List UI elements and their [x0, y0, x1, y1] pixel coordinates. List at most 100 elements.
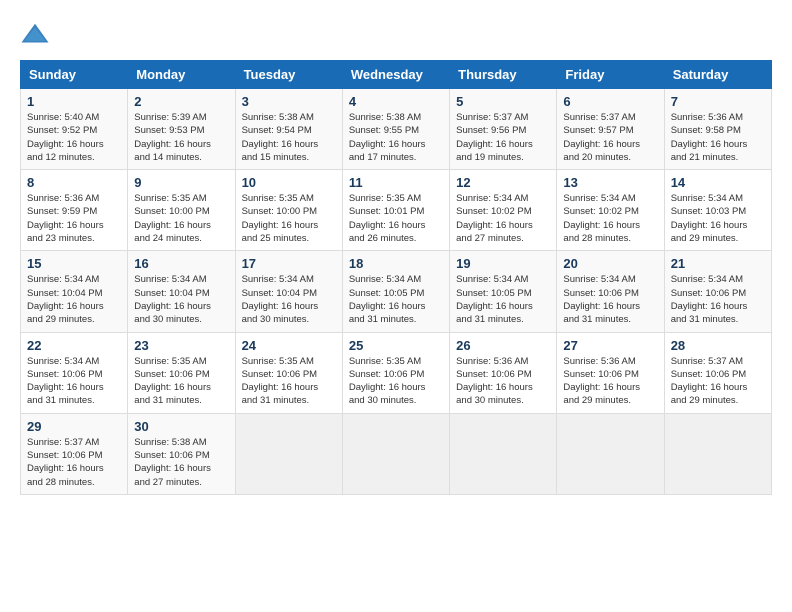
cell-info: Sunrise: 5:36 AM Sunset: 10:06 PM Daylig… [563, 355, 657, 408]
day-number: 8 [27, 175, 121, 190]
cell-info: Sunrise: 5:34 AM Sunset: 10:06 PM Daylig… [671, 273, 765, 326]
calendar-cell: 23 Sunrise: 5:35 AM Sunset: 10:06 PM Day… [128, 332, 235, 413]
calendar-cell [342, 413, 449, 494]
daylight-label: Daylight: 16 hours and 31 minutes. [242, 382, 319, 406]
calendar-cell: 8 Sunrise: 5:36 AM Sunset: 9:59 PM Dayli… [21, 170, 128, 251]
day-number: 18 [349, 256, 443, 271]
cell-info: Sunrise: 5:38 AM Sunset: 10:06 PM Daylig… [134, 436, 228, 489]
daylight-label: Daylight: 16 hours and 31 minutes. [456, 301, 533, 325]
daylight-label: Daylight: 16 hours and 31 minutes. [349, 301, 426, 325]
day-number: 5 [456, 94, 550, 109]
day-number: 17 [242, 256, 336, 271]
cell-info: Sunrise: 5:37 AM Sunset: 10:06 PM Daylig… [671, 355, 765, 408]
sunset-label: Sunset: 10:01 PM [349, 206, 425, 217]
calendar-table: SundayMondayTuesdayWednesdayThursdayFrid… [20, 60, 772, 495]
cell-info: Sunrise: 5:34 AM Sunset: 10:05 PM Daylig… [456, 273, 550, 326]
daylight-label: Daylight: 16 hours and 27 minutes. [456, 220, 533, 244]
sunset-label: Sunset: 10:06 PM [134, 369, 210, 380]
day-number: 1 [27, 94, 121, 109]
weekday-header-wednesday: Wednesday [342, 61, 449, 89]
calendar-cell: 20 Sunrise: 5:34 AM Sunset: 10:06 PM Day… [557, 251, 664, 332]
cell-info: Sunrise: 5:34 AM Sunset: 10:04 PM Daylig… [242, 273, 336, 326]
sunrise-label: Sunrise: 5:34 AM [242, 274, 314, 285]
calendar-cell: 5 Sunrise: 5:37 AM Sunset: 9:56 PM Dayli… [450, 89, 557, 170]
day-number: 7 [671, 94, 765, 109]
day-number: 16 [134, 256, 228, 271]
calendar-cell: 17 Sunrise: 5:34 AM Sunset: 10:04 PM Day… [235, 251, 342, 332]
sunrise-label: Sunrise: 5:37 AM [456, 112, 528, 123]
sunset-label: Sunset: 10:05 PM [456, 288, 532, 299]
daylight-label: Daylight: 16 hours and 24 minutes. [134, 220, 211, 244]
sunrise-label: Sunrise: 5:36 AM [563, 356, 635, 367]
sunset-label: Sunset: 10:02 PM [456, 206, 532, 217]
sunrise-label: Sunrise: 5:36 AM [456, 356, 528, 367]
cell-info: Sunrise: 5:40 AM Sunset: 9:52 PM Dayligh… [27, 111, 121, 164]
calendar-cell: 29 Sunrise: 5:37 AM Sunset: 10:06 PM Day… [21, 413, 128, 494]
weekday-header-saturday: Saturday [664, 61, 771, 89]
sunrise-label: Sunrise: 5:37 AM [563, 112, 635, 123]
sunrise-label: Sunrise: 5:40 AM [27, 112, 99, 123]
cell-info: Sunrise: 5:34 AM Sunset: 10:06 PM Daylig… [563, 273, 657, 326]
sunset-label: Sunset: 10:06 PM [134, 450, 210, 461]
daylight-label: Daylight: 16 hours and 19 minutes. [456, 139, 533, 163]
daylight-label: Daylight: 16 hours and 17 minutes. [349, 139, 426, 163]
cell-info: Sunrise: 5:35 AM Sunset: 10:06 PM Daylig… [242, 355, 336, 408]
sunrise-label: Sunrise: 5:35 AM [242, 356, 314, 367]
daylight-label: Daylight: 16 hours and 30 minutes. [134, 301, 211, 325]
weekday-header-sunday: Sunday [21, 61, 128, 89]
sunrise-label: Sunrise: 5:34 AM [563, 193, 635, 204]
day-number: 10 [242, 175, 336, 190]
day-number: 2 [134, 94, 228, 109]
cell-info: Sunrise: 5:34 AM Sunset: 10:04 PM Daylig… [134, 273, 228, 326]
daylight-label: Daylight: 16 hours and 30 minutes. [349, 382, 426, 406]
daylight-label: Daylight: 16 hours and 30 minutes. [456, 382, 533, 406]
cell-info: Sunrise: 5:36 AM Sunset: 9:59 PM Dayligh… [27, 192, 121, 245]
sunset-label: Sunset: 10:02 PM [563, 206, 639, 217]
day-number: 13 [563, 175, 657, 190]
sunset-label: Sunset: 9:56 PM [456, 125, 526, 136]
cell-info: Sunrise: 5:38 AM Sunset: 9:55 PM Dayligh… [349, 111, 443, 164]
sunset-label: Sunset: 10:06 PM [27, 369, 103, 380]
calendar-cell: 24 Sunrise: 5:35 AM Sunset: 10:06 PM Day… [235, 332, 342, 413]
daylight-label: Daylight: 16 hours and 23 minutes. [27, 220, 104, 244]
sunset-label: Sunset: 9:58 PM [671, 125, 741, 136]
day-number: 11 [349, 175, 443, 190]
sunset-label: Sunset: 9:54 PM [242, 125, 312, 136]
sunrise-label: Sunrise: 5:38 AM [242, 112, 314, 123]
cell-info: Sunrise: 5:39 AM Sunset: 9:53 PM Dayligh… [134, 111, 228, 164]
sunrise-label: Sunrise: 5:34 AM [671, 274, 743, 285]
sunset-label: Sunset: 10:06 PM [671, 288, 747, 299]
cell-info: Sunrise: 5:34 AM Sunset: 10:02 PM Daylig… [456, 192, 550, 245]
sunset-label: Sunset: 10:05 PM [349, 288, 425, 299]
calendar-cell: 10 Sunrise: 5:35 AM Sunset: 10:00 PM Day… [235, 170, 342, 251]
cell-info: Sunrise: 5:36 AM Sunset: 10:06 PM Daylig… [456, 355, 550, 408]
calendar-cell [557, 413, 664, 494]
daylight-label: Daylight: 16 hours and 20 minutes. [563, 139, 640, 163]
sunset-label: Sunset: 10:06 PM [27, 450, 103, 461]
day-number: 14 [671, 175, 765, 190]
daylight-label: Daylight: 16 hours and 30 minutes. [242, 301, 319, 325]
sunrise-label: Sunrise: 5:35 AM [134, 356, 206, 367]
day-number: 15 [27, 256, 121, 271]
day-number: 21 [671, 256, 765, 271]
sunset-label: Sunset: 10:06 PM [563, 288, 639, 299]
header [20, 20, 772, 50]
day-number: 12 [456, 175, 550, 190]
day-number: 4 [349, 94, 443, 109]
week-row-2: 8 Sunrise: 5:36 AM Sunset: 9:59 PM Dayli… [21, 170, 772, 251]
calendar-cell: 13 Sunrise: 5:34 AM Sunset: 10:02 PM Day… [557, 170, 664, 251]
sunrise-label: Sunrise: 5:34 AM [134, 274, 206, 285]
daylight-label: Daylight: 16 hours and 31 minutes. [563, 301, 640, 325]
sunrise-label: Sunrise: 5:34 AM [671, 193, 743, 204]
calendar-cell: 6 Sunrise: 5:37 AM Sunset: 9:57 PM Dayli… [557, 89, 664, 170]
day-number: 27 [563, 338, 657, 353]
sunrise-label: Sunrise: 5:34 AM [27, 356, 99, 367]
day-number: 28 [671, 338, 765, 353]
cell-info: Sunrise: 5:34 AM Sunset: 10:04 PM Daylig… [27, 273, 121, 326]
daylight-label: Daylight: 16 hours and 21 minutes. [671, 139, 748, 163]
day-number: 23 [134, 338, 228, 353]
logo [20, 20, 52, 50]
calendar-cell: 18 Sunrise: 5:34 AM Sunset: 10:05 PM Day… [342, 251, 449, 332]
calendar-cell: 27 Sunrise: 5:36 AM Sunset: 10:06 PM Day… [557, 332, 664, 413]
sunset-label: Sunset: 9:53 PM [134, 125, 204, 136]
